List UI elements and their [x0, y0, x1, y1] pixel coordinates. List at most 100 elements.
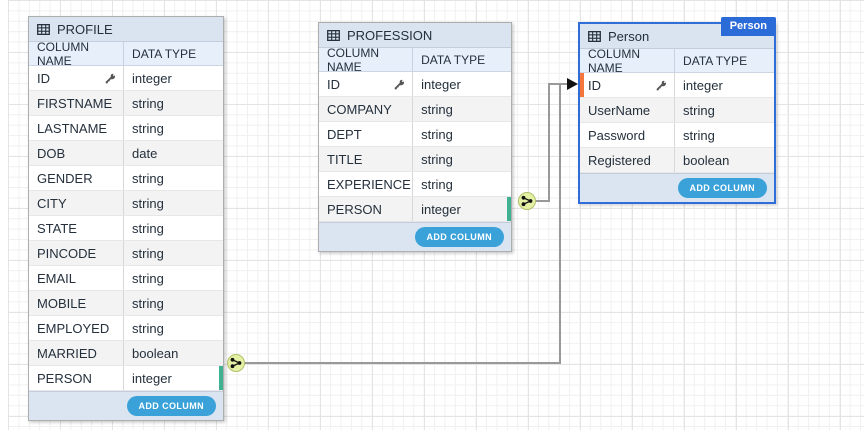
table-card-profile[interactable]: PROFILE COLUMN NAME DATA TYPE ID integer: [28, 16, 224, 421]
column-type: string: [124, 191, 223, 215]
column-type: string: [124, 91, 223, 115]
data-type-header: DATA TYPE: [124, 47, 196, 61]
table-row[interactable]: STATE string: [29, 216, 223, 241]
table-row[interactable]: FIRSTNAME string: [29, 91, 223, 116]
add-column-button[interactable]: ADD COLUMN: [415, 227, 505, 247]
table-row[interactable]: DEPT string: [319, 122, 511, 147]
column-header-row: COLUMN NAME DATA TYPE: [319, 48, 511, 72]
table-row[interactable]: LASTNAME string: [29, 116, 223, 141]
column-name-header: COLUMN NAME: [29, 42, 124, 65]
table-icon: [327, 30, 340, 41]
table-row[interactable]: PINCODE string: [29, 241, 223, 266]
column-name-header: COLUMN NAME: [319, 48, 413, 71]
column-type: integer: [413, 72, 511, 96]
column-type: string: [124, 166, 223, 190]
column-name: EMAIL: [37, 271, 76, 286]
column-name: COMPANY: [327, 102, 392, 117]
column-name: LASTNAME: [37, 121, 107, 136]
column-type: string: [124, 216, 223, 240]
table-row[interactable]: ID integer: [29, 66, 223, 91]
add-column-button[interactable]: ADD COLUMN: [678, 178, 768, 198]
table-row[interactable]: TITLE string: [319, 147, 511, 172]
column-type: string: [413, 97, 511, 121]
column-name: ID: [327, 77, 340, 92]
column-header-row: COLUMN NAME DATA TYPE: [580, 49, 774, 73]
column-type: string: [413, 147, 511, 171]
column-name: STATE: [37, 221, 77, 236]
column-name: PERSON: [37, 371, 92, 386]
table-row[interactable]: PERSON integer: [319, 197, 511, 222]
column-name: FIRSTNAME: [37, 96, 112, 111]
table-icon: [588, 31, 601, 42]
table-title: Person: [608, 29, 649, 44]
column-name: DEPT: [327, 127, 362, 142]
table-rows: ID integer FIRSTNAME string: [29, 66, 223, 391]
relation-wire-profession-person: [535, 84, 569, 201]
column-type: boolean: [124, 341, 223, 365]
table-title: PROFILE: [57, 22, 113, 37]
add-column-button[interactable]: ADD COLUMN: [127, 396, 217, 416]
table-card-profession[interactable]: PROFESSION COLUMN NAME DATA TYPE ID inte…: [318, 22, 512, 252]
table-row[interactable]: EMPLOYED string: [29, 316, 223, 341]
column-type: string: [124, 116, 223, 140]
column-name: CITY: [37, 196, 67, 211]
schema-designer-canvas: PROFILE COLUMN NAME DATA TYPE ID integer: [0, 0, 864, 430]
column-name: ID: [37, 71, 50, 86]
column-name: DOB: [37, 146, 65, 161]
column-type: string: [124, 316, 223, 340]
primary-key-icon: [394, 79, 405, 90]
table-row[interactable]: Registered boolean: [580, 148, 774, 173]
table-row[interactable]: DOB date: [29, 141, 223, 166]
column-header-row: COLUMN NAME DATA TYPE: [29, 42, 223, 66]
data-type-header: DATA TYPE: [413, 53, 485, 67]
column-name: Password: [588, 128, 645, 143]
data-type-header: DATA TYPE: [675, 54, 747, 68]
column-type: string: [675, 98, 774, 122]
connector-node-icon[interactable]: [228, 355, 245, 372]
column-name: EXPERIENCE: [327, 177, 411, 192]
table-row[interactable]: COMPANY string: [319, 97, 511, 122]
table-title: PROFESSION: [347, 28, 432, 43]
table-row[interactable]: ID integer: [580, 73, 774, 98]
column-name: Registered: [588, 153, 651, 168]
column-type: string: [124, 291, 223, 315]
person-badge: Person: [721, 17, 776, 36]
column-name: UserName: [588, 103, 650, 118]
column-type: date: [124, 141, 223, 165]
table-row[interactable]: EMAIL string: [29, 266, 223, 291]
table-icon: [37, 24, 50, 35]
column-name: ID: [588, 78, 601, 93]
column-type: string: [675, 123, 774, 147]
table-row[interactable]: ID integer: [319, 72, 511, 97]
column-type: string: [413, 172, 511, 196]
table-rows: ID integer UserName string: [580, 73, 774, 173]
column-name: MARRIED: [37, 346, 97, 361]
connector-node-icon[interactable]: [519, 193, 536, 210]
table-rows: ID integer COMPANY string: [319, 72, 511, 222]
column-type: string: [413, 122, 511, 146]
table-row[interactable]: GENDER string: [29, 166, 223, 191]
primary-key-icon: [656, 80, 667, 91]
column-type: integer: [124, 66, 223, 90]
table-row[interactable]: Password string: [580, 123, 774, 148]
table-row[interactable]: UserName string: [580, 98, 774, 123]
column-name: EMPLOYED: [37, 321, 109, 336]
table-row[interactable]: EXPERIENCE string: [319, 172, 511, 197]
table-row[interactable]: CITY string: [29, 191, 223, 216]
card-footer: ADD COLUMN: [580, 173, 774, 202]
primary-key-icon: [105, 73, 116, 84]
table-row[interactable]: PERSON integer: [29, 366, 223, 391]
table-card-header[interactable]: PROFESSION: [319, 23, 511, 48]
column-name-header: COLUMN NAME: [580, 49, 675, 72]
table-card-person[interactable]: Person Person COLUMN NAME DATA TYPE ID: [578, 22, 776, 204]
column-type: integer: [413, 197, 511, 221]
column-name: GENDER: [37, 171, 93, 186]
table-row[interactable]: MOBILE string: [29, 291, 223, 316]
column-name: MOBILE: [37, 296, 86, 311]
column-name: PERSON: [327, 202, 382, 217]
column-name: PINCODE: [37, 246, 96, 261]
card-footer: ADD COLUMN: [29, 391, 223, 420]
column-type: boolean: [675, 148, 774, 172]
table-card-header[interactable]: PROFILE: [29, 17, 223, 42]
table-row[interactable]: MARRIED boolean: [29, 341, 223, 366]
